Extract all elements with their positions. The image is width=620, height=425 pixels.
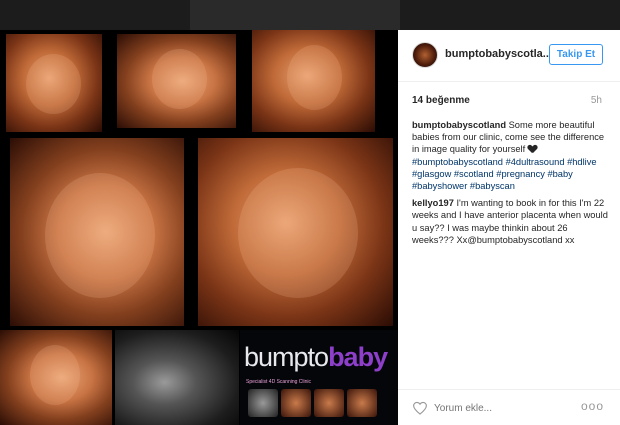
comments-list: bumptobabyscotland Some more beautiful b… [412, 119, 608, 251]
top-bar [0, 0, 620, 30]
hashtag-link[interactable]: #baby [547, 169, 572, 179]
post-image[interactable]: bumptobaby Specialist 4D Scanning Clinic [0, 30, 398, 425]
hashtag-link[interactable]: #babyshower [412, 181, 467, 191]
follow-button[interactable]: Takip Et [549, 44, 603, 65]
hashtag-link[interactable]: #glasgow [412, 169, 451, 179]
more-options-icon[interactable]: ooo [581, 399, 604, 413]
reply-comment: kellyo197 I'm wanting to book in for thi… [412, 197, 608, 246]
like-heart-icon[interactable] [412, 401, 428, 415]
reply-mention[interactable]: Xx@bumptobabyscotland xx [456, 235, 574, 245]
caption-author-link[interactable]: bumptobabyscotland [412, 120, 506, 130]
hashtag-link[interactable]: #4dultrasound [506, 157, 565, 167]
comment-input[interactable] [434, 399, 574, 417]
scan-image-6 [0, 330, 112, 425]
logo-part-bumpto: bumpto [244, 342, 329, 372]
heart-emoji-icon [528, 145, 537, 153]
likes-count[interactable]: 14 beğenme [412, 95, 470, 106]
post-time[interactable]: 5h [591, 95, 602, 106]
post-header: bumptobabyscotla... Takip Et [398, 30, 620, 82]
scan-image-5 [198, 138, 393, 326]
logo-part-baby: baby [328, 342, 388, 372]
logo-subtitle: Specialist 4D Scanning Clinic [246, 379, 312, 385]
bumptobaby-logo: bumptobaby Specialist 4D Scanning Clinic [240, 330, 398, 425]
logo-thumbnails [248, 389, 388, 419]
scan-image-1 [6, 34, 102, 132]
reply-author-link[interactable]: kellyo197 [412, 198, 454, 208]
post-side-panel: bumptobabyscotla... Takip Et 14 beğenme … [398, 30, 620, 425]
caption-comment: bumptobabyscotland Some more beautiful b… [412, 119, 608, 192]
username-link[interactable]: bumptobabyscotla... [445, 48, 552, 60]
hashtag-link[interactable]: #babyscan [470, 181, 515, 191]
avatar[interactable] [412, 42, 438, 68]
scan-image-3 [252, 30, 375, 132]
scan-image-7-2d [115, 330, 239, 425]
hashtag-link[interactable]: #bumptobabyscotland [412, 157, 503, 167]
comment-footer: ooo [398, 389, 620, 425]
top-bar-panel [190, 0, 400, 30]
hashtag-link[interactable]: #scotland [454, 169, 494, 179]
hashtag-link[interactable]: #pregnancy [496, 169, 545, 179]
hashtag-link[interactable]: #hdlive [567, 157, 596, 167]
scan-image-4 [10, 138, 184, 326]
scan-image-2 [117, 34, 236, 128]
